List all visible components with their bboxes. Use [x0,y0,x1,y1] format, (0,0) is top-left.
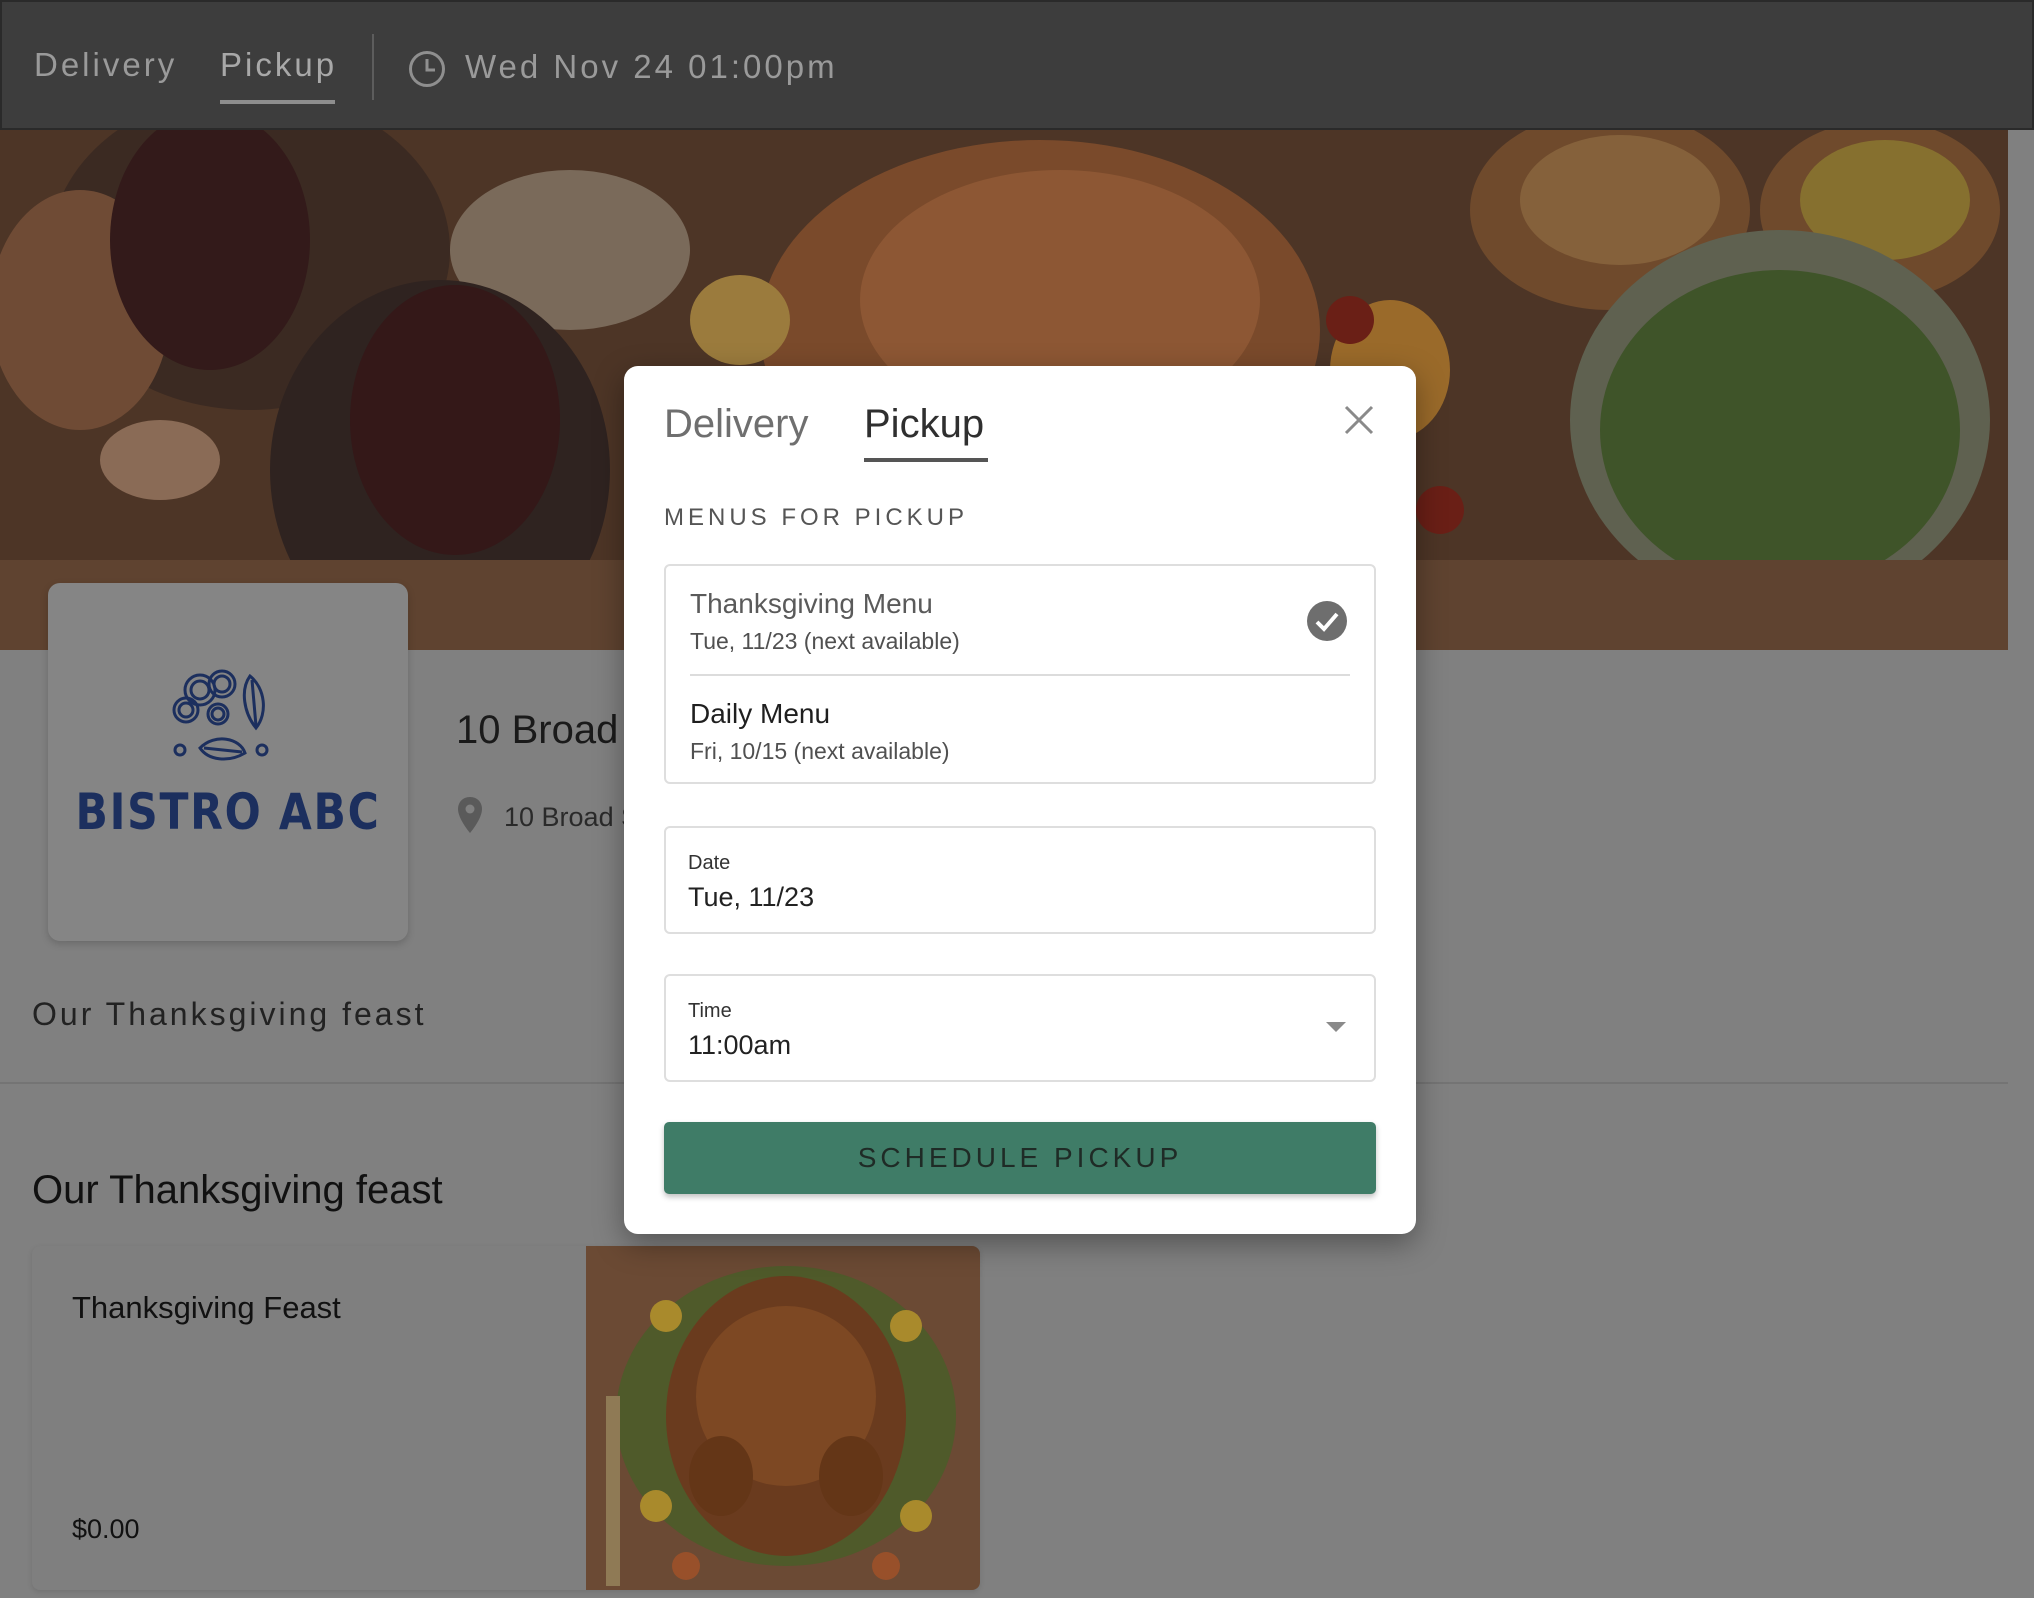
modal-tab-pickup[interactable]: Pickup [864,402,984,447]
menu-item-card[interactable]: Thanksgiving Feast $0.00 [32,1246,980,1590]
restaurant-name: 10 Broad [456,708,619,752]
menu-list: Thanksgiving Menu Tue, 11/23 (next avail… [664,564,1376,784]
tab-pickup[interactable]: Pickup [220,46,337,84]
date-field-label: Date [688,852,731,874]
restaurant-address[interactable]: 10 Broad S [504,802,639,833]
pickup-datetime[interactable]: Wed Nov 24 01:00pm [465,48,838,86]
restaurant-logo-text: BISTRO ABC [75,783,381,841]
top-bar: Delivery Pickup Wed Nov 24 01:00pm [0,0,2034,130]
time-select[interactable]: Time 11:00am [664,974,1376,1082]
menu-item-price: $0.00 [72,1514,140,1544]
active-tab-indicator [220,100,335,104]
menus-heading: MENUS FOR PICKUP [664,504,969,531]
menu-item-image [586,1246,980,1590]
menu-option-availability: Tue, 11/23 (next available) [690,628,960,654]
menu-option-daily[interactable]: Daily Menu Fri, 10/15 (next available) [666,676,1374,786]
date-field[interactable]: Date Tue, 11/23 [664,826,1376,934]
menu-section-tab[interactable]: Our Thanksgiving feast [32,996,426,1033]
restaurant-logo-card: BISTRO ABC [48,583,408,941]
location-pin-icon [458,797,482,833]
date-field-value: Tue, 11/23 [688,882,815,912]
menu-section-title: Our Thanksgiving feast [32,1168,443,1212]
tab-delivery[interactable]: Delivery [34,46,177,84]
modal-tab-delivery[interactable]: Delivery [664,402,808,447]
menu-option-thanksgiving[interactable]: Thanksgiving Menu Tue, 11/23 (next avail… [666,566,1374,676]
clock-icon [409,51,445,87]
menu-option-name: Thanksgiving Menu [690,588,933,619]
menu-option-name: Daily Menu [690,698,831,729]
chevron-down-icon [1326,1022,1346,1032]
pickup-modal: Delivery Pickup MENUS FOR PICKUP Thanksg… [624,366,1416,1234]
schedule-pickup-button[interactable]: SCHEDULE PICKUP [664,1122,1376,1194]
logo-icon [172,669,269,761]
time-select-value: 11:00am [688,1030,792,1060]
active-tab-indicator [864,458,988,462]
close-icon[interactable] [1342,403,1376,437]
divider [372,34,374,100]
menu-option-availability: Fri, 10/15 (next available) [690,738,950,764]
time-select-label: Time [688,1000,732,1022]
checkmark-icon [1307,601,1347,641]
menu-item-name: Thanksgiving Feast [72,1290,341,1325]
